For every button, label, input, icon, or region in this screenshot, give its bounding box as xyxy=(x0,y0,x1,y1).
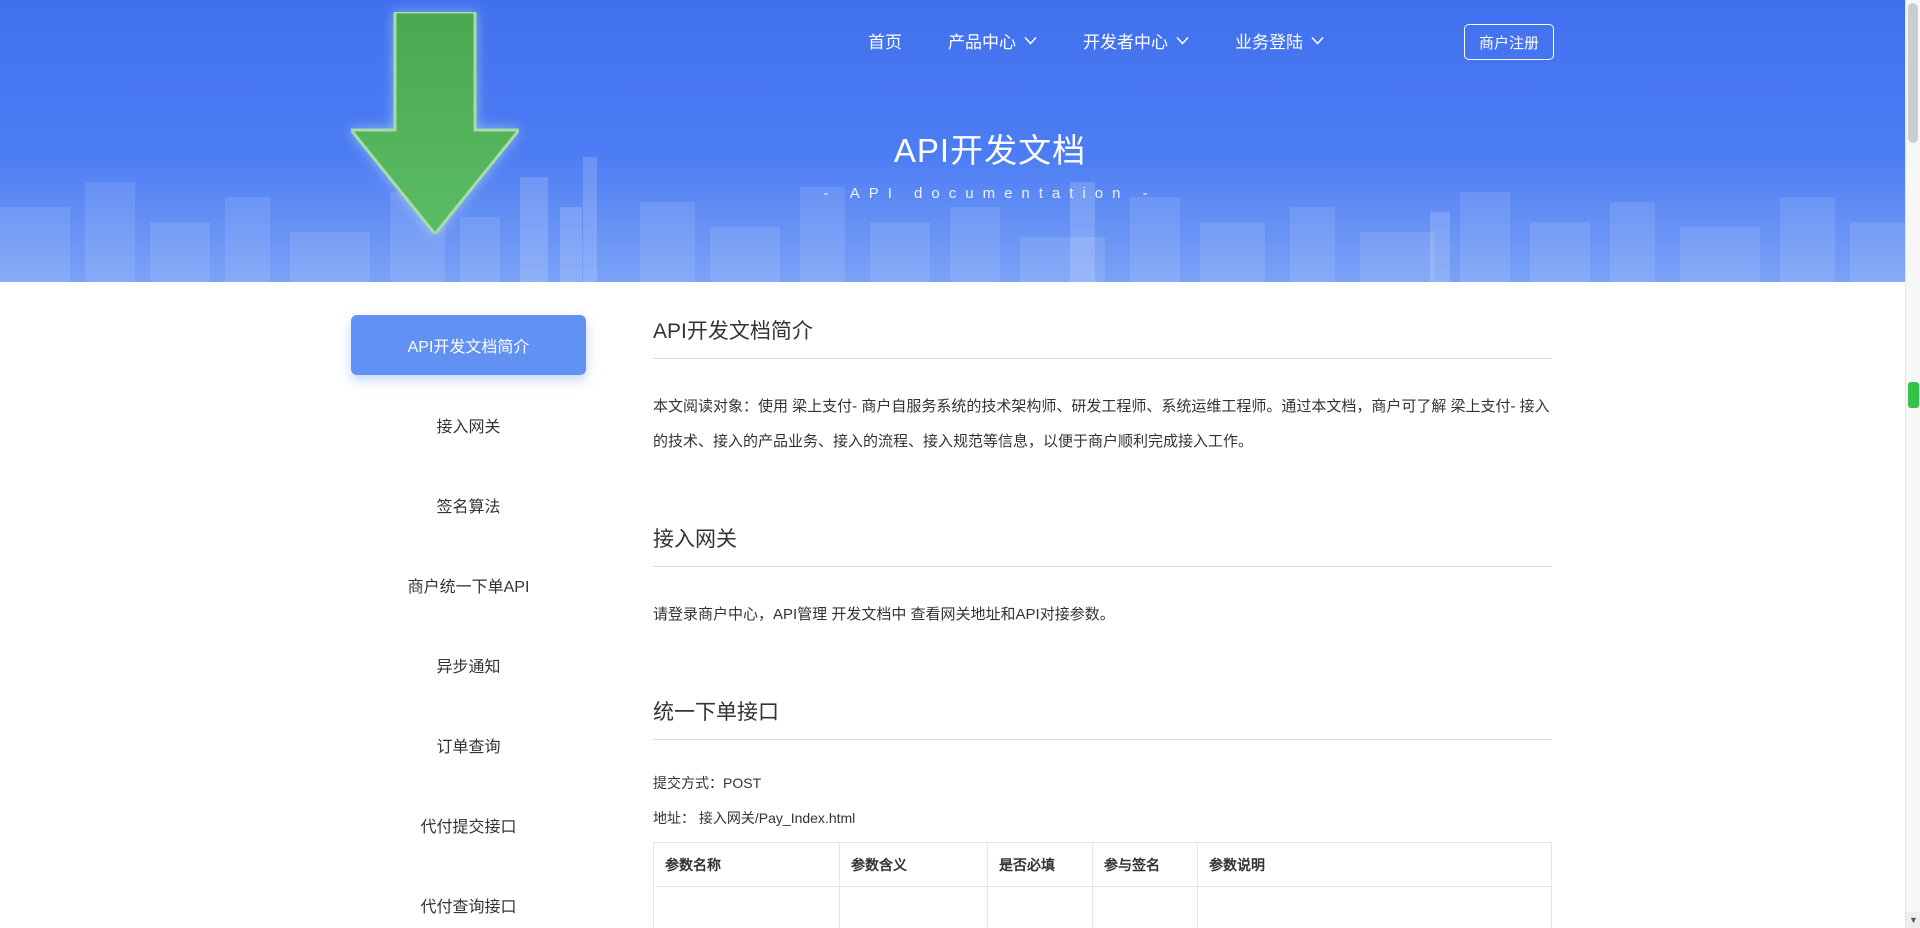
intro-paragraph: 本文阅读对象：使用 梁上支付- 商户自服务系统的技术架构师、研发工程师、系统运维… xyxy=(653,389,1552,459)
main-nav: 首页 产品中心 开发者中心 业务登陆 xyxy=(868,20,1324,60)
col-header-param-meaning: 参数含义 xyxy=(840,843,988,887)
gateway-address-text: 地址： 接入网关/Pay_Index.html xyxy=(653,801,1552,836)
sidebar-item-order-query[interactable]: 订单查询 xyxy=(351,715,586,775)
scrollbar-thumb[interactable] xyxy=(1908,3,1918,143)
unified-order-meta: 提交方式：POST 地址： 接入网关/Pay_Index.html xyxy=(653,766,1552,836)
sidebar-item-async-notify[interactable]: 异步通知 xyxy=(351,635,586,695)
table-row xyxy=(654,887,1552,928)
divider xyxy=(653,739,1552,740)
scrollbar[interactable]: ▼ xyxy=(1905,0,1920,928)
section-heading-gateway: 接入网关 xyxy=(653,523,1552,553)
nav-item-label: 业务登陆 xyxy=(1235,28,1303,53)
page-title: API开发文档 xyxy=(75,124,1905,172)
section-heading-unified-order: 统一下单接口 xyxy=(653,696,1552,726)
sidebar-item-gateway[interactable]: 接入网关 xyxy=(351,395,586,455)
content: API开发文档简介 本文阅读对象：使用 梁上支付- 商户自服务系统的技术架构师、… xyxy=(653,315,1552,928)
col-header-required: 是否必填 xyxy=(988,843,1093,887)
page-subtitle: - API documentation - xyxy=(75,185,1905,202)
col-header-param-name: 参数名称 xyxy=(654,843,840,887)
sidebar-item-payout-query[interactable]: 代付查询接口 xyxy=(351,875,586,928)
page: 首页 产品中心 开发者中心 业务登陆 商户注册 xyxy=(0,0,1920,928)
nav-item-products[interactable]: 产品中心 xyxy=(948,28,1037,53)
submit-method-text: 提交方式：POST xyxy=(653,766,1552,801)
hero-text: API开发文档 - API documentation - xyxy=(75,124,1905,202)
parameter-table: 参数名称 参数含义 是否必填 参与签名 参数说明 xyxy=(653,842,1552,928)
col-header-param-description: 参数说明 xyxy=(1198,843,1552,887)
sidebar-item-unified-order-api[interactable]: 商户统一下单API xyxy=(351,555,586,615)
sidebar: API开发文档简介 接入网关 签名算法 商户统一下单API 异步通知 订单查询 … xyxy=(351,315,586,928)
chevron-down-icon xyxy=(1176,36,1189,45)
chevron-down-icon xyxy=(1024,36,1037,45)
col-header-in-signature: 参与签名 xyxy=(1093,843,1198,887)
nav-item-developers[interactable]: 开发者中心 xyxy=(1083,28,1189,53)
sidebar-item-signature-algorithm[interactable]: 签名算法 xyxy=(351,475,586,535)
nav-item-home[interactable]: 首页 xyxy=(868,28,902,53)
divider xyxy=(653,566,1552,567)
scrollbar-down-arrow-icon[interactable]: ▼ xyxy=(1906,912,1920,928)
chevron-down-icon xyxy=(1311,36,1324,45)
scrollbar-green-marker xyxy=(1908,382,1919,408)
merchant-register-button[interactable]: 商户注册 xyxy=(1464,24,1554,60)
section-heading-intro: API开发文档简介 xyxy=(653,315,1552,345)
nav-item-label: 首页 xyxy=(868,28,902,53)
nav-item-business-login[interactable]: 业务登陆 xyxy=(1235,28,1324,53)
sidebar-item-api-doc-intro[interactable]: API开发文档简介 xyxy=(351,315,586,375)
nav-item-label: 开发者中心 xyxy=(1083,28,1168,53)
table-header-row: 参数名称 参数含义 是否必填 参与签名 参数说明 xyxy=(654,843,1552,887)
nav-item-label: 产品中心 xyxy=(948,28,1016,53)
sidebar-item-payout-submit[interactable]: 代付提交接口 xyxy=(351,795,586,855)
hero-section: 首页 产品中心 开发者中心 业务登陆 商户注册 xyxy=(0,0,1920,282)
divider xyxy=(653,358,1552,359)
gateway-paragraph: 请登录商户中心，API管理 开发文档中 查看网关地址和API对接参数。 xyxy=(653,597,1552,632)
main-area: API开发文档简介 接入网关 签名算法 商户统一下单API 异步通知 订单查询 … xyxy=(0,282,1920,928)
